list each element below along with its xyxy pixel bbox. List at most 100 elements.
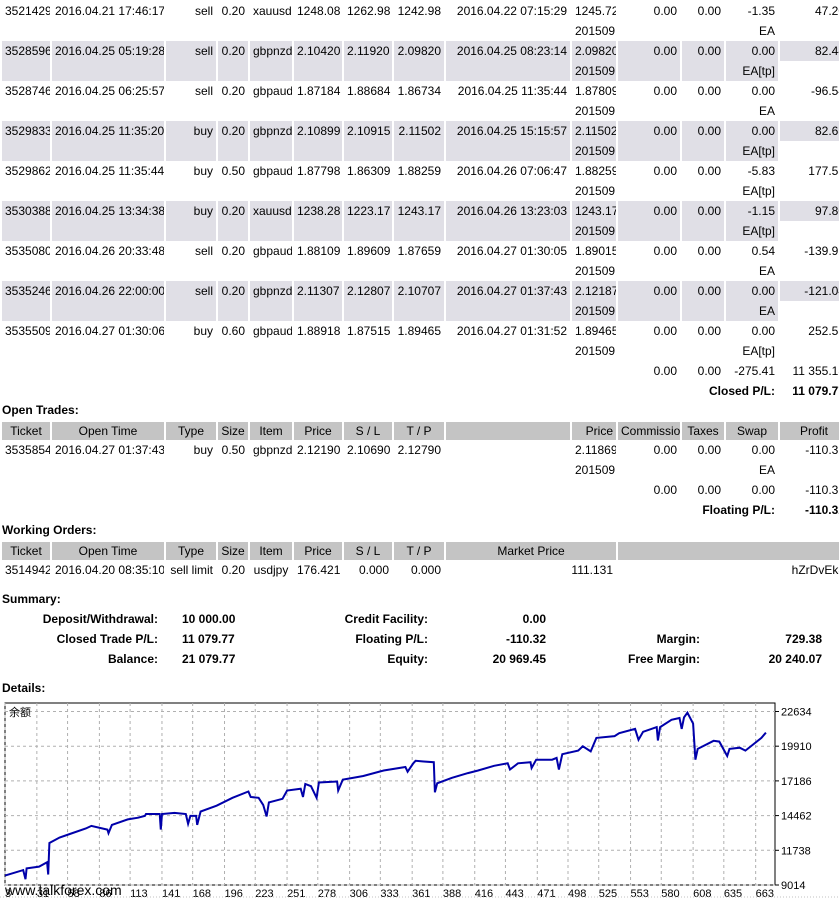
empty-cell	[218, 101, 248, 121]
empty-cell	[2, 341, 50, 361]
trade-row: 3529862 2016.04.25 11:35:44 buy 0.50 gbpaud 1…	[2, 161, 839, 181]
total-profit: 11 355.18	[792, 364, 839, 378]
margin-label: Margin:	[656, 632, 700, 646]
size-cell: 0.50	[221, 164, 245, 178]
magic-cell: 201509	[572, 301, 616, 321]
type-cell: buy	[193, 443, 213, 457]
open-time-cell: 2016.04.25 13:34:38	[52, 201, 164, 221]
free-margin-label: Free Margin:	[627, 652, 700, 666]
balance-chart: 3 31 58 86 113 141 168 196 223 251 278 306 333 361 388…	[0, 702, 839, 898]
empty-cell	[394, 301, 444, 321]
empty-cell	[394, 61, 444, 81]
empty-cell	[344, 460, 392, 480]
ticket-cell: 3528596	[2, 41, 50, 61]
taxes-cell: 0.00	[697, 164, 721, 178]
empty-cell	[446, 21, 570, 41]
empty-cell	[166, 301, 216, 321]
close-time-cell: 2016.04.25 08:23:14	[446, 41, 570, 61]
type-cell: sell	[166, 281, 216, 301]
details-title: Details:	[2, 681, 46, 695]
empty-cell	[2, 61, 50, 81]
empty-cell	[218, 181, 248, 201]
swap-cell: -1.35	[747, 4, 775, 18]
sl-cell: 0.000	[358, 563, 389, 577]
empty-cell	[2, 101, 50, 121]
empty-cell	[166, 261, 216, 281]
empty-cell	[166, 21, 216, 41]
open-time-cell: 2016.04.21 17:46:17	[55, 4, 164, 18]
close-price-cell: 1.87809	[575, 84, 616, 98]
empty-cell	[52, 261, 164, 281]
open-time-cell: 2016.04.20 08:35:10	[55, 563, 164, 577]
floating-pl-value: -110.32	[505, 632, 546, 646]
empty-cell	[2, 500, 50, 520]
column-header: Price	[294, 422, 342, 440]
open-trades-header: Ticket Open Time Type Size Item Price S / LT /…	[2, 422, 839, 440]
empty-cell	[294, 221, 342, 241]
tp-cell: 2.09820	[394, 41, 444, 61]
open-time-cell: 2016.04.25 05:19:28	[52, 41, 164, 61]
empty-cell	[394, 460, 444, 480]
empty-cell	[446, 61, 570, 81]
column-header: Type	[166, 542, 216, 560]
empty-cell	[166, 101, 216, 121]
ticket-cell: 3528746	[5, 84, 50, 98]
item-cell: gbpnzd	[253, 443, 292, 457]
empty-cell	[250, 361, 292, 381]
empty-cell	[344, 301, 392, 321]
empty-cell	[250, 221, 292, 241]
trade-row: 3535080 2016.04.26 20:33:48 sell 0.20 gbpaud…	[2, 241, 839, 261]
open-trades-table: Ticket Open Time Type Size Item Price S / LT /…	[0, 422, 839, 520]
empty-cell	[52, 361, 164, 381]
item-cell: gbpnzd	[250, 281, 292, 301]
floating-pl-label: Floating P/L:	[702, 503, 775, 517]
empty-cell	[682, 460, 724, 480]
magic-cell: 201509	[575, 463, 616, 477]
empty-cell	[218, 141, 248, 161]
empty-cell	[294, 500, 342, 520]
item-cell: xauusd	[253, 4, 292, 18]
sl-cell: 2.11920	[344, 41, 392, 61]
commission-cell: 0.00	[618, 201, 680, 221]
working-orders-header: Ticket Open Time Type Size Item Price S / LT /…	[2, 542, 839, 560]
empty-cell	[218, 480, 248, 500]
empty-cell	[218, 341, 248, 361]
sl-cell: 1.88684	[347, 84, 391, 98]
comment-cell: EA[tp]	[742, 344, 775, 358]
y-tick-label: 14462	[781, 811, 812, 823]
empty-cell	[446, 480, 570, 500]
size-cell: 0.50	[221, 443, 245, 457]
column-header: Swap	[726, 422, 778, 440]
empty-cell	[52, 101, 164, 121]
magic-cell: 201509	[572, 221, 616, 241]
empty-cell	[294, 141, 342, 161]
close-time-cell: 2016.04.25 11:35:44	[457, 84, 567, 98]
working-orders-table: Ticket Open Time Type Size Item Price S / LT /…	[0, 542, 839, 580]
ticket-cell: 3535509	[5, 324, 50, 338]
type-cell: sell	[194, 4, 213, 18]
margin-value: 729.38	[785, 632, 822, 646]
y-tick-label: 19910	[781, 741, 812, 753]
profit-cell: 252.53	[808, 324, 839, 338]
open-trades-title: Open Trades:	[2, 403, 79, 417]
empty-cell	[780, 101, 839, 121]
size-cell: 0.20	[221, 563, 245, 577]
empty-cell	[344, 101, 392, 121]
empty-cell	[52, 21, 164, 41]
empty-cell	[294, 480, 342, 500]
credit-label: Credit Facility:	[344, 612, 428, 626]
empty-cell	[446, 301, 570, 321]
total-commission: 0.00	[653, 483, 677, 497]
empty-cell	[294, 181, 342, 201]
type-cell: buy	[193, 324, 213, 338]
total-swap: -275.41	[734, 364, 775, 378]
empty-cell	[2, 301, 50, 321]
empty-cell	[682, 261, 724, 281]
price-cell: 2.12190	[297, 443, 341, 457]
open-trade-row: 3535854 2016.04.27 01:37:43 buy 0.50 gbpnzd 2…	[2, 440, 839, 460]
empty-cell	[682, 141, 724, 161]
open-time-cell: 2016.04.25 11:35:44	[55, 164, 164, 178]
ticket-cell: 3535246	[2, 281, 50, 301]
tp-cell: 2.10707	[394, 281, 444, 301]
empty-cell	[780, 341, 839, 361]
